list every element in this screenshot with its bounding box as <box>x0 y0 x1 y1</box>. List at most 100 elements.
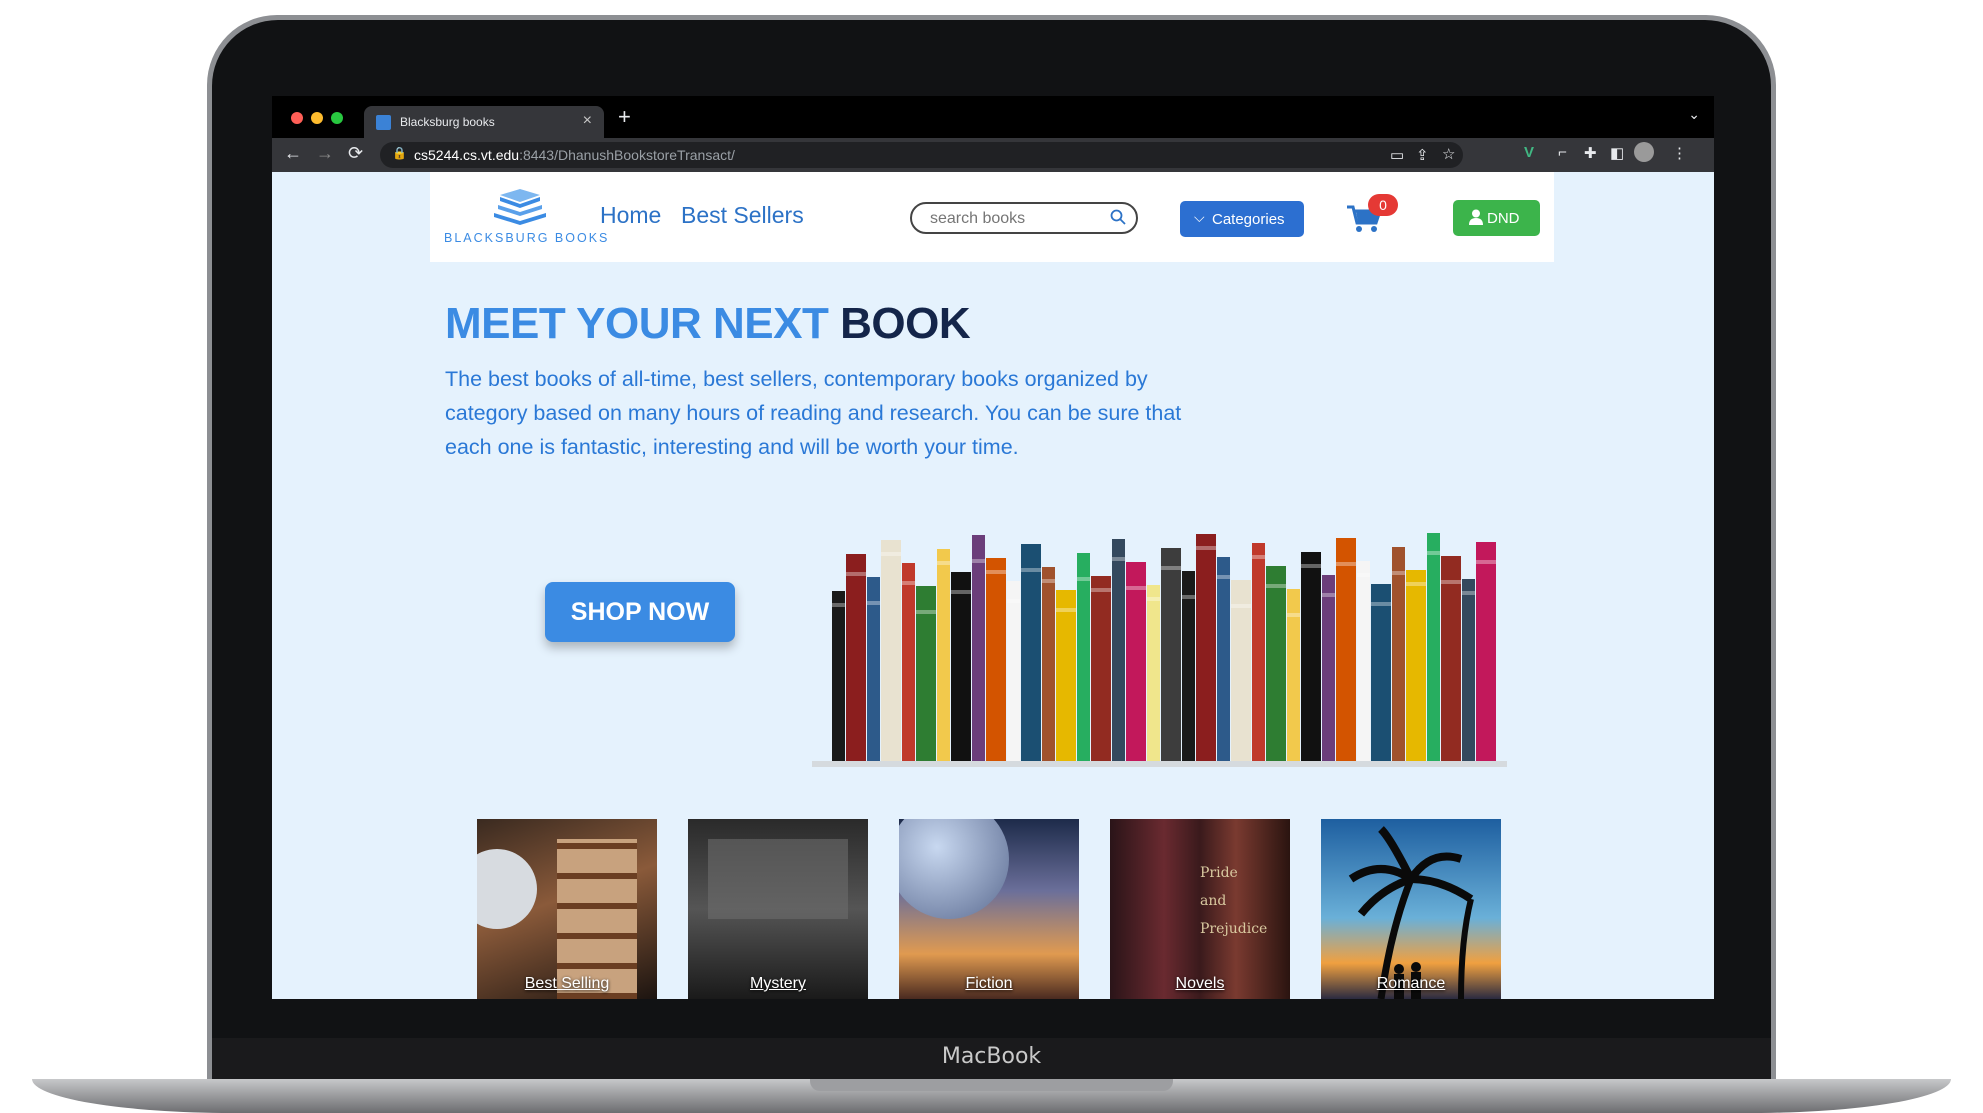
book-spine <box>1161 548 1181 761</box>
nav-best-sellers-link[interactable]: Best Sellers <box>681 202 804 229</box>
book-spine <box>1021 544 1041 761</box>
book-spine <box>951 572 971 761</box>
book-spine <box>1427 533 1440 761</box>
category-tile-best-selling[interactable]: Best Selling <box>477 819 657 999</box>
book-spine <box>1077 553 1090 761</box>
puzzle-icon[interactable]: ✚ <box>1584 144 1597 162</box>
stage: MacBook Blacksburg books × + ⌄ ← → ⟳ 🔒 c… <box>0 0 1983 1113</box>
book-spine <box>1371 584 1391 761</box>
user-account-button[interactable]: DND <box>1453 200 1540 236</box>
book-spine-band <box>1371 602 1391 606</box>
minimize-window-button[interactable] <box>311 112 323 124</box>
device-label: MacBook <box>941 1044 1042 1069</box>
book-spine-band <box>1301 564 1321 568</box>
book-spine <box>972 535 985 761</box>
book-spine-band <box>916 610 936 614</box>
hero-description: The best books of all-time, best sellers… <box>445 367 1182 459</box>
profile-avatar[interactable] <box>1634 142 1654 162</box>
book-spine-band <box>1147 597 1160 601</box>
close-window-button[interactable] <box>291 112 303 124</box>
book-spine-band <box>1322 593 1335 597</box>
bookshelf-image <box>812 533 1507 767</box>
category-tile-fiction[interactable]: Fiction <box>899 819 1079 999</box>
book-spine <box>1112 539 1125 761</box>
book-spine-band <box>1266 584 1286 588</box>
maximize-window-button[interactable] <box>331 112 343 124</box>
nav-home-link[interactable]: Home <box>600 202 661 229</box>
forward-icon[interactable]: → <box>316 143 334 164</box>
book-spine <box>1182 571 1195 761</box>
book-spine-band <box>1007 599 1020 603</box>
book-spine <box>902 563 915 761</box>
url-text: cs5244.cs.vt.edu:8443/DhanushBookstoreTr… <box>414 147 735 163</box>
categories-button[interactable]: ⌵ Categories <box>1180 201 1304 237</box>
book-spine-band <box>1112 557 1125 561</box>
share-icon[interactable]: ⇪ <box>1416 146 1429 164</box>
category-label: Mystery <box>750 975 806 992</box>
cart-count-badge: 0 <box>1368 194 1398 216</box>
book-spine-band <box>1126 586 1146 590</box>
category-label: Best Selling <box>524 975 610 992</box>
book-spine <box>1217 557 1230 761</box>
card-icon[interactable]: ▭ <box>1390 146 1404 164</box>
more-menu-icon[interactable]: ⋮ <box>1672 144 1687 162</box>
board-shape <box>708 839 848 919</box>
vue-extension-icon[interactable]: V <box>1524 144 1534 161</box>
url-host: cs5244.cs.vt.edu <box>414 147 520 163</box>
search-icon[interactable] <box>1110 209 1126 225</box>
shop-now-button[interactable]: SHOP NOW <box>545 582 735 642</box>
book-spine <box>881 540 901 761</box>
palm-silhouette <box>1348 826 1474 999</box>
book-stack-logo-icon[interactable] <box>490 189 550 225</box>
book-spine-band <box>1231 604 1251 608</box>
book-spine-band <box>1196 546 1216 550</box>
address-bar[interactable]: 🔒 cs5244.cs.vt.edu:8443/DhanushBookstore… <box>380 142 1463 168</box>
book-spine <box>1476 542 1496 761</box>
book-spine-band <box>1042 579 1055 583</box>
url-path: :8443/DhanushBookstoreTransact/ <box>519 147 735 163</box>
search-input[interactable] <box>930 208 1100 230</box>
book-spine <box>1042 567 1055 761</box>
hero-title-dark: BOOK <box>840 299 971 348</box>
browser-tab[interactable]: Blacksburg books × <box>364 106 604 138</box>
side-panel-icon[interactable]: ◧ <box>1610 144 1624 162</box>
window-light-shape <box>477 849 537 929</box>
book-spine <box>1196 534 1216 761</box>
book-spine <box>1301 552 1321 761</box>
category-tile-romance[interactable]: Romance <box>1321 819 1501 999</box>
favicon-icon <box>376 115 391 130</box>
category-tile-mystery[interactable]: Mystery <box>688 819 868 999</box>
book-spine-text: Pride and Prejudice <box>1200 865 1268 937</box>
logo-text[interactable]: BLACKSBURG BOOKS <box>444 231 609 245</box>
reload-icon[interactable]: ⟳ <box>348 143 363 164</box>
book-spine <box>1357 561 1370 761</box>
chevron-down-icon: ⌵ <box>1194 209 1205 225</box>
close-icon[interactable]: × <box>583 112 592 130</box>
category-tile-novels[interactable]: Pride and Prejudice Novels <box>1110 819 1290 999</box>
bookmark-star-icon[interactable]: ☆ <box>1442 145 1455 163</box>
categories-label: Categories <box>1212 211 1285 228</box>
site-header: BLACKSBURG BOOKS Home Best Sellers ⌵ Cat… <box>430 172 1554 262</box>
extension-icon[interactable]: ⌐ <box>1558 144 1567 161</box>
chevron-down-icon[interactable]: ⌄ <box>1688 106 1700 123</box>
book-spine-band <box>1021 568 1041 572</box>
hero-title: MEET YOUR NEXT BOOK <box>445 299 971 349</box>
hero-title-accent: MEET YOUR NEXT <box>445 299 829 348</box>
book-spine-band <box>867 601 880 605</box>
book-spine-band <box>1161 566 1181 570</box>
book-spine-band <box>972 559 985 563</box>
book-spine <box>986 558 1006 761</box>
book-spine <box>1147 585 1160 761</box>
laptop-notch <box>810 1079 1173 1091</box>
book-spine <box>937 549 950 761</box>
book-spine <box>1462 579 1475 761</box>
book-spine <box>1007 581 1020 761</box>
back-icon[interactable]: ← <box>284 143 302 164</box>
book-spine-band <box>1462 591 1475 595</box>
lock-icon: 🔒 <box>392 146 407 160</box>
user-label: DND <box>1487 210 1520 227</box>
book-spine-band <box>986 570 1006 574</box>
book-spine-band <box>1217 575 1230 579</box>
book-spine-band <box>1441 580 1461 584</box>
new-tab-icon[interactable]: + <box>618 104 631 130</box>
